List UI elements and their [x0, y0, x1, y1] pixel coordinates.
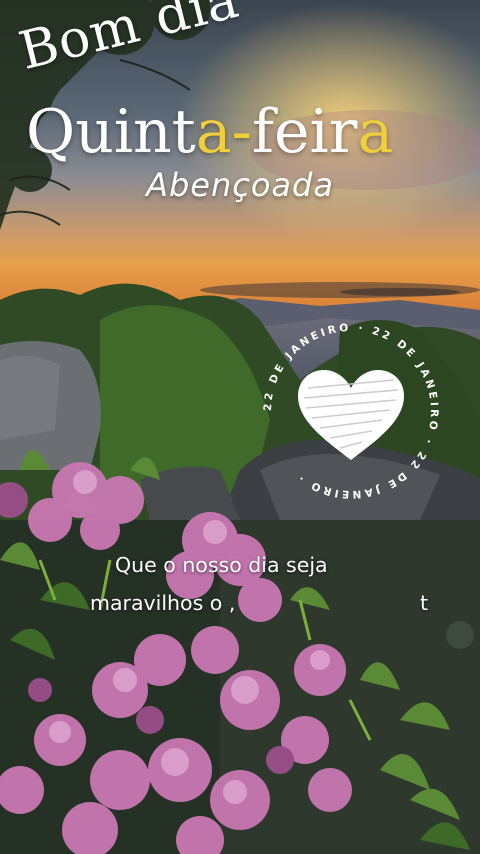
message-line2: maravilhos o , — [90, 591, 236, 615]
heart-icon — [298, 370, 404, 460]
weekday-part: Quint — [26, 97, 196, 167]
greeting-subtitle: Abençoada — [146, 166, 334, 204]
weekday-title: Quinta-feira — [26, 92, 393, 172]
weekday-part: feir — [251, 97, 358, 167]
weekday-accent: a — [357, 97, 394, 167]
message-line1: Que o nosso dia seja — [115, 553, 328, 577]
weekday-hyphen: - — [231, 97, 252, 167]
weekday-accent: a — [195, 97, 232, 167]
date-stamp: 22 DE JANEIRO · 22 DE JANEIRO · 22 DE JA… — [258, 318, 444, 504]
message-tail: t — [420, 591, 429, 615]
